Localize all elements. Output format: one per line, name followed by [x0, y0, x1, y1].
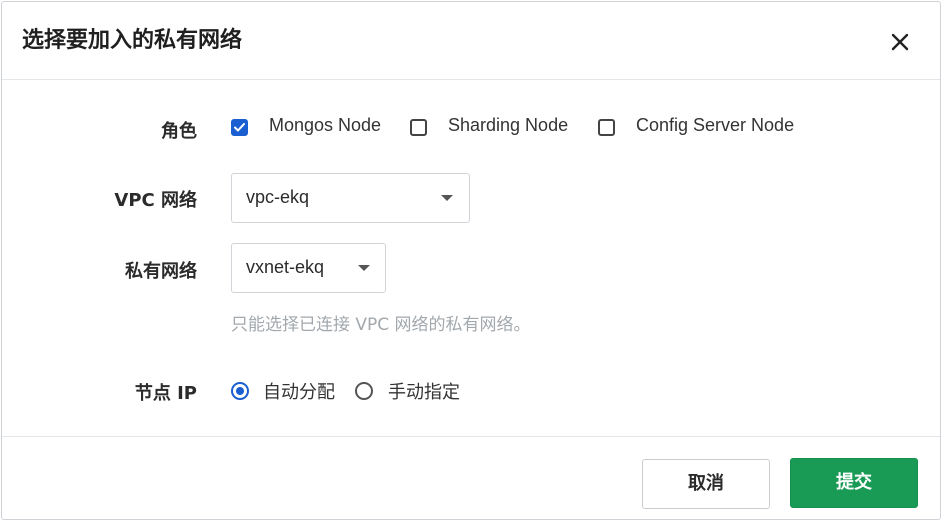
vxnet-select[interactable]: vxnet-ekq: [231, 243, 386, 293]
chevron-down-icon: [358, 265, 370, 271]
close-icon[interactable]: [888, 30, 912, 54]
dialog-title: 选择要加入的私有网络: [22, 28, 243, 53]
dialog-footer: 取消 提交: [2, 436, 940, 519]
manual-assign-label[interactable]: 手动指定: [388, 378, 460, 404]
sharding-node-checkbox[interactable]: [410, 119, 427, 136]
sharding-node-label[interactable]: Sharding Node: [448, 115, 568, 136]
node-ip-label: 节点 IP: [134, 383, 197, 404]
auto-assign-radio[interactable]: [231, 382, 249, 400]
submit-button[interactable]: 提交: [790, 458, 918, 508]
vpc-label: VPC 网络: [114, 190, 197, 211]
config-server-node-checkbox[interactable]: [598, 119, 615, 136]
config-server-node-label[interactable]: Config Server Node: [636, 115, 794, 136]
chevron-down-icon: [441, 195, 453, 201]
mongos-node-checkbox[interactable]: [231, 119, 248, 136]
auto-assign-label[interactable]: 自动分配: [263, 378, 335, 404]
mongos-node-label[interactable]: Mongos Node: [269, 115, 381, 136]
manual-assign-radio[interactable]: [355, 382, 373, 400]
vxnet-select-value: vxnet-ekq: [246, 257, 325, 277]
cancel-button[interactable]: 取消: [642, 459, 770, 509]
role-label: 角色: [161, 121, 197, 142]
dialog-header: 选择要加入的私有网络: [2, 2, 940, 80]
vxnet-hint: 只能选择已连接 VPC 网络的私有网络。: [231, 315, 531, 335]
vxnet-label: 私有网络: [125, 261, 197, 282]
select-vxnet-dialog: 选择要加入的私有网络 角色 Mongos Node Sharding Node …: [1, 1, 941, 520]
vpc-select-value: vpc-ekq: [246, 187, 310, 207]
vpc-select[interactable]: vpc-ekq: [231, 173, 470, 223]
check-icon: [234, 123, 245, 132]
